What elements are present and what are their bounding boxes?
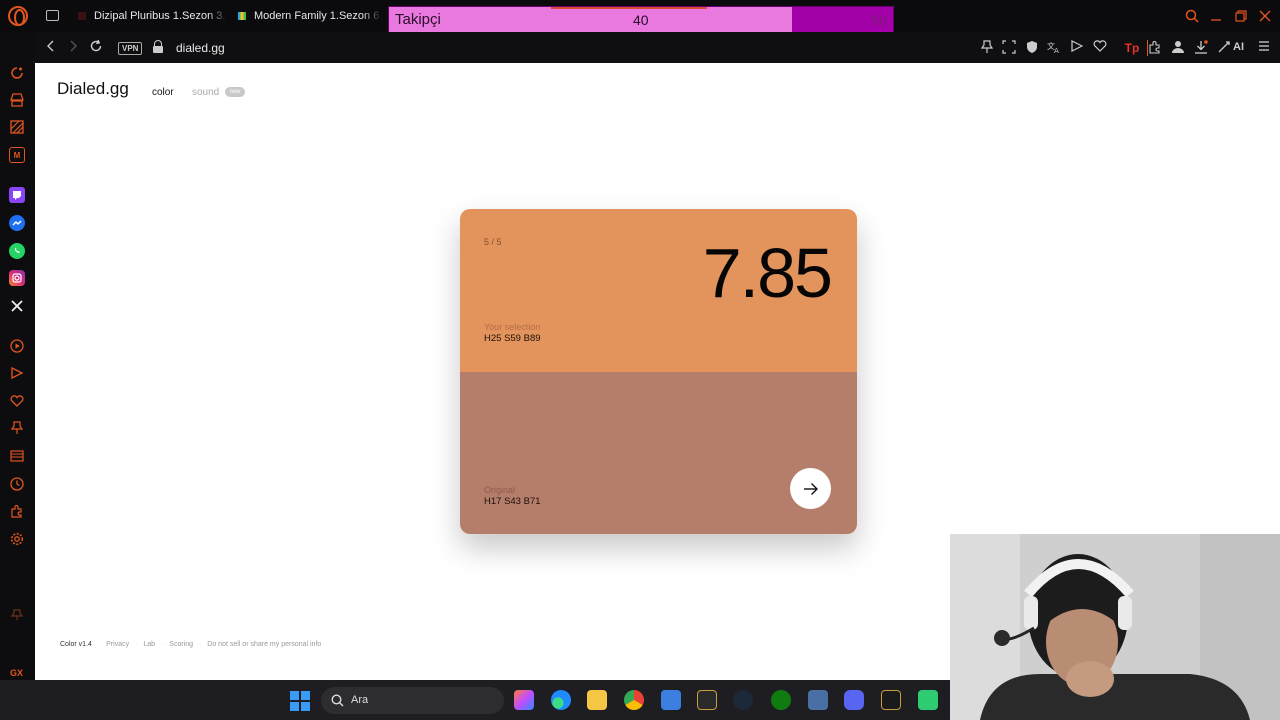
translate-icon[interactable]: 文A — [1046, 40, 1062, 56]
taskbar-search-placeholder[interactable]: Ara — [351, 694, 368, 706]
snapshot-icon[interactable] — [1001, 40, 1017, 56]
follower-current: 40 — [633, 12, 649, 28]
chrome-icon[interactable] — [624, 690, 644, 710]
footer-version: Color v1.4 — [60, 641, 92, 648]
close-icon[interactable] — [1257, 8, 1273, 24]
back-icon[interactable] — [43, 39, 59, 55]
lock-icon[interactable] — [153, 40, 163, 53]
webcam-person-image — [950, 534, 1280, 720]
original-value: H17 S43 B71 — [484, 496, 541, 507]
league-icon[interactable] — [697, 690, 717, 710]
ai-icon[interactable] — [1216, 40, 1232, 56]
profile-icon[interactable] — [1170, 40, 1186, 56]
extensions-sidebar-icon[interactable] — [9, 503, 25, 519]
original-label: Original — [484, 485, 516, 495]
page-footer: Color v1.4 · Privacy · Lab · Scoring · D… — [60, 641, 322, 648]
send-icon[interactable] — [1069, 40, 1085, 56]
file-explorer-icon[interactable] — [587, 690, 607, 710]
url-field[interactable]: dialed.gg — [176, 41, 225, 55]
favorites-icon[interactable] — [9, 393, 25, 409]
discord-icon[interactable] — [844, 690, 864, 710]
pinboard-icon[interactable] — [9, 420, 25, 436]
selection-value: H25 S59 B89 — [484, 333, 541, 344]
search-tabs-icon[interactable] — [1184, 8, 1200, 24]
gx-control-label[interactable]: GX — [10, 668, 23, 678]
extension-tp-icon[interactable]: Tp — [1124, 40, 1140, 56]
flow-icon[interactable] — [9, 365, 25, 381]
streaming-app-icon[interactable] — [918, 690, 938, 710]
settings-gear-icon[interactable] — [9, 531, 25, 547]
edge-icon[interactable] — [551, 690, 571, 710]
instagram-icon[interactable] — [9, 270, 25, 286]
score-value: 7.85 — [702, 234, 833, 312]
selection-swatch: 5 / 5 7.85 Your selection H25 S59 B89 — [460, 209, 857, 372]
heart-icon[interactable] — [1092, 40, 1108, 56]
address-bar: VPN dialed.gg 文A Tp AI — [35, 32, 1280, 63]
result-card: 5 / 5 7.85 Your selection H25 S59 B89 Or… — [460, 209, 857, 534]
opera-logo-icon[interactable] — [8, 6, 28, 26]
follower-goal: 50 — [871, 12, 887, 28]
new-badge: new — [225, 87, 245, 97]
copilot-icon[interactable] — [514, 690, 534, 710]
restore-icon[interactable] — [1233, 8, 1249, 24]
settings-app-icon[interactable] — [808, 690, 828, 710]
x-twitter-icon[interactable] — [9, 298, 25, 314]
gaming-icon[interactable] — [9, 92, 25, 108]
shield-icon[interactable] — [1024, 40, 1040, 56]
m-app-icon[interactable]: M — [9, 147, 25, 163]
riot-client-icon[interactable] — [881, 690, 901, 710]
selection-label: Your selection — [484, 322, 541, 332]
nav-color-link[interactable]: color — [152, 87, 174, 98]
taskbar-search-box[interactable] — [321, 687, 504, 714]
round-counter: 5 / 5 — [484, 237, 502, 247]
stripes-icon[interactable] — [9, 119, 25, 135]
webcam-overlay — [950, 534, 1280, 720]
tab-favicon — [78, 12, 86, 20]
store-icon[interactable] — [661, 690, 681, 710]
follower-label: Takipçi — [395, 11, 441, 28]
messenger-icon[interactable] — [9, 215, 25, 231]
tab-manager-icon[interactable] — [46, 10, 59, 21]
tab-dizipal[interactable]: Dizipal Pluribus 1.Sezon 3. — [78, 0, 228, 32]
twitch-icon[interactable] — [9, 187, 25, 203]
extensions-icon[interactable] — [1147, 40, 1163, 56]
follower-goal-widget: Takipçi 40 50 — [388, 6, 894, 33]
site-logo[interactable]: Dialed.gg — [57, 79, 129, 99]
follower-progress-fill — [389, 7, 793, 32]
player-icon[interactable] — [9, 338, 25, 354]
sidebar-pin-icon[interactable] — [9, 607, 25, 623]
xbox-icon[interactable] — [771, 690, 791, 710]
sidebar: M GX ... — [0, 32, 35, 706]
minimize-icon[interactable] — [1208, 8, 1224, 24]
footer-link-privacy[interactable]: Privacy — [106, 641, 129, 648]
tab-title: Dizipal Pluribus 1.Sezon 3. — [94, 10, 226, 22]
tab-favicon — [238, 12, 246, 20]
original-swatch: Original H17 S43 B71 — [460, 372, 857, 534]
arrow-right-icon — [803, 482, 818, 495]
menu-icon[interactable] — [1256, 40, 1272, 56]
steam-icon[interactable] — [733, 690, 753, 710]
windows-start-icon[interactable] — [290, 691, 310, 711]
pin-icon[interactable] — [979, 40, 995, 56]
reload-icon[interactable] — [88, 39, 104, 55]
ai-label[interactable]: AI — [1233, 41, 1244, 53]
aria-icon[interactable] — [9, 65, 25, 81]
download-icon[interactable] — [1193, 40, 1209, 56]
footer-link-lab[interactable]: Lab — [143, 641, 155, 648]
svg-text:A: A — [1054, 47, 1059, 54]
tabs-list-icon[interactable] — [9, 448, 25, 464]
nav-sound-link[interactable]: sound — [192, 87, 219, 98]
history-icon[interactable] — [9, 476, 25, 492]
tab-modern-family[interactable]: Modern Family 1.Sezon 6. — [238, 0, 382, 32]
next-button[interactable] — [790, 468, 831, 509]
forward-icon[interactable] — [65, 39, 81, 55]
tab-strip: Dizipal Pluribus 1.Sezon 3. Modern Famil… — [0, 0, 1280, 33]
search-icon — [331, 694, 344, 707]
whatsapp-icon[interactable] — [9, 243, 25, 259]
footer-link-scoring[interactable]: Scoring — [169, 641, 193, 648]
vpn-badge[interactable]: VPN — [118, 42, 143, 55]
footer-link-do-not-sell[interactable]: Do not sell or share my personal info — [207, 641, 321, 648]
